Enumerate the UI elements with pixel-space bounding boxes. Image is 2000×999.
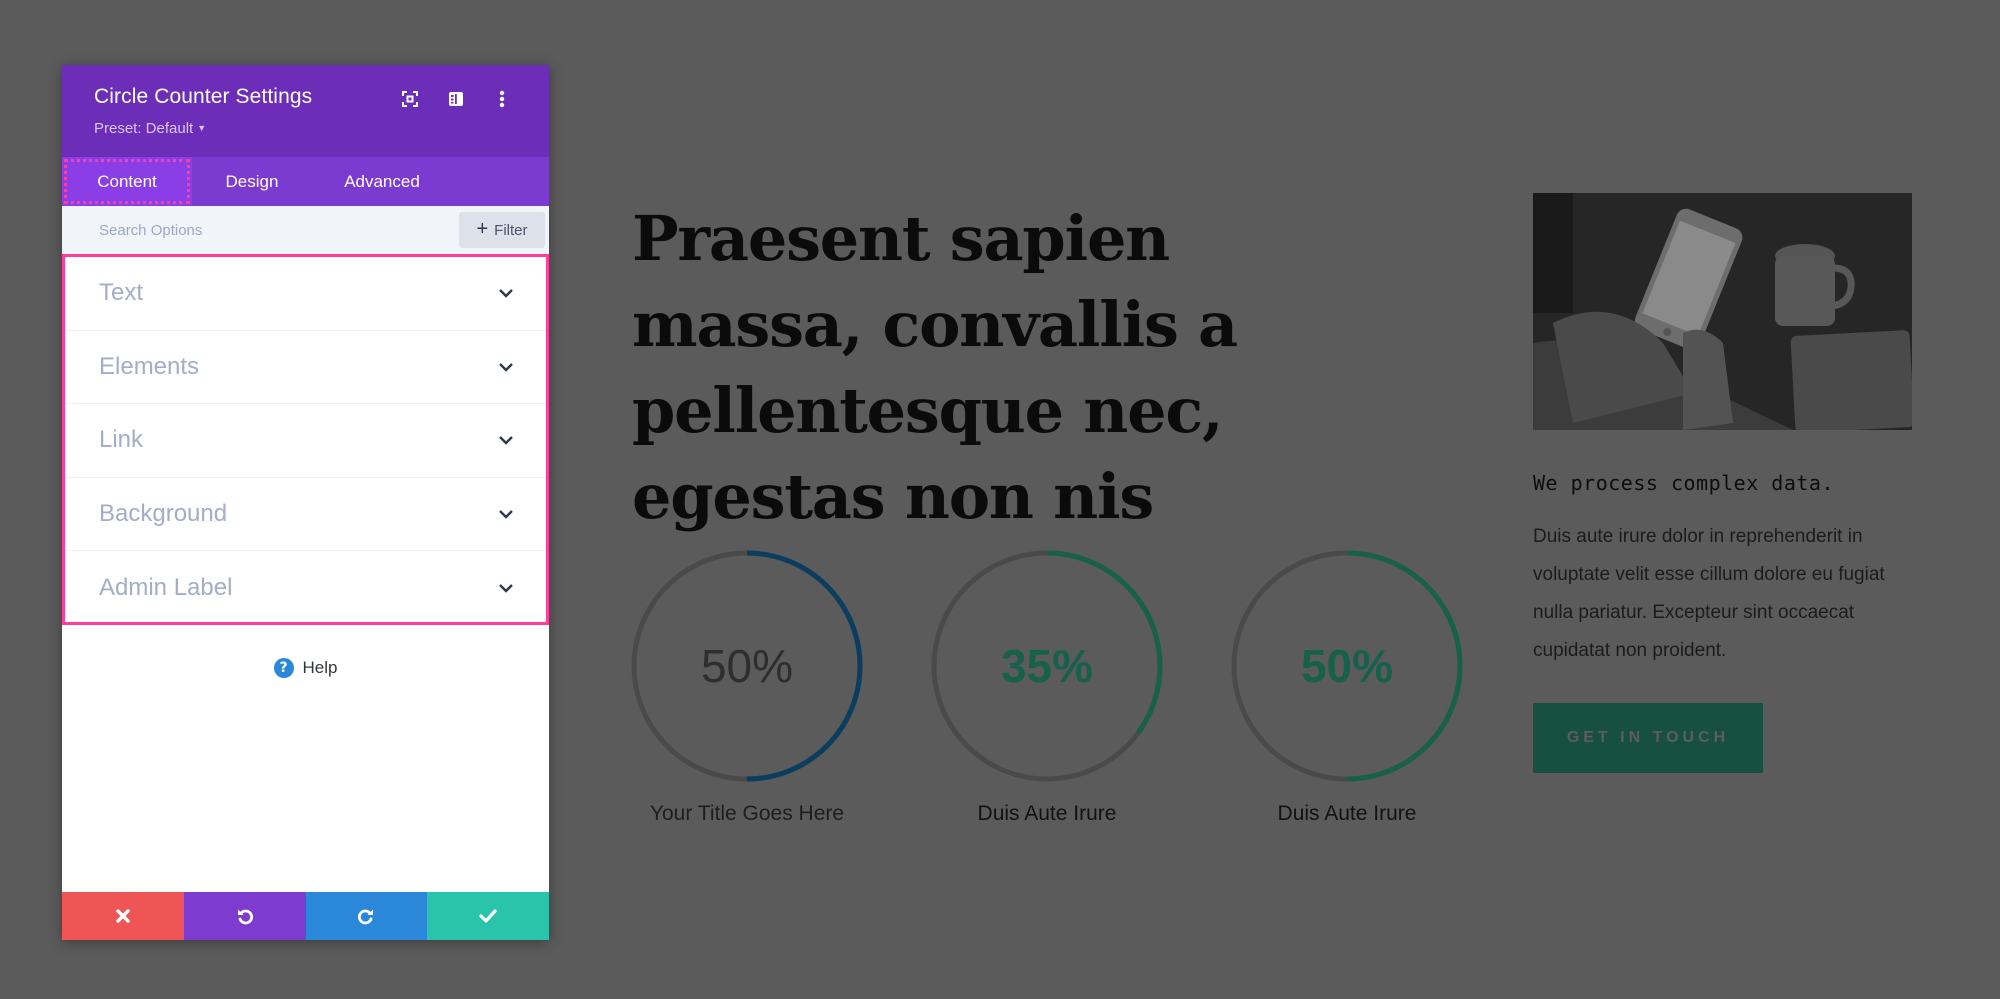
chevron-down-icon	[499, 436, 513, 446]
tab-design[interactable]: Design	[192, 157, 312, 206]
tab-advanced[interactable]: Advanced	[312, 157, 452, 206]
panel-tabs: Content Design Advanced	[62, 157, 549, 206]
side-image	[1533, 193, 1912, 430]
counter-percent: 50%	[1300, 640, 1394, 692]
caret-down-icon: ▼	[197, 123, 207, 133]
toggle-elements[interactable]: Elements	[65, 331, 546, 405]
photo-illustration	[1533, 193, 1912, 430]
toggle-background[interactable]: Background	[65, 478, 546, 552]
preset-dropdown[interactable]: Preset: Default ▼	[94, 120, 206, 137]
settings-panel: Circle Counter Settings Preset: Default ▼…	[62, 65, 549, 940]
fullscreen-icon[interactable]	[387, 87, 433, 111]
toggle-text[interactable]: Text	[65, 257, 546, 331]
panel-title: Circle Counter Settings	[94, 85, 313, 108]
check-icon	[479, 909, 497, 923]
plus-icon: +	[476, 218, 489, 240]
toggle-link[interactable]: Link	[65, 404, 546, 478]
toggle-label: Elements	[99, 352, 200, 380]
filter-label: Filter	[494, 221, 528, 239]
counter-title: Your Title Goes Here	[649, 802, 845, 825]
discard-button[interactable]	[62, 892, 184, 940]
split-view-icon[interactable]	[433, 87, 479, 111]
question-icon: ?	[273, 658, 294, 678]
tab-content[interactable]: Content	[62, 157, 192, 206]
circle-counter: 50% Your Title Goes Here	[631, 550, 863, 825]
close-icon	[116, 909, 130, 923]
redo-button[interactable]	[305, 892, 428, 940]
preset-label: Preset: Default	[94, 120, 194, 137]
chevron-down-icon	[499, 584, 513, 593]
toggle-label: Admin Label	[99, 574, 233, 602]
chevron-down-icon	[499, 289, 513, 298]
redo-icon	[358, 909, 374, 925]
chevron-down-icon	[499, 510, 513, 519]
header-icons	[387, 87, 525, 111]
panel-header[interactable]: Circle Counter Settings Preset: Default ▼	[62, 65, 549, 157]
undo-button[interactable]	[183, 892, 306, 940]
more-options-icon[interactable]	[479, 87, 525, 111]
toggle-label: Link	[99, 426, 144, 454]
chevron-down-icon	[499, 363, 513, 372]
counter-percent: 35%	[1000, 640, 1094, 692]
page-headline: Praesent sapien massa, convallis a pelle…	[632, 202, 1238, 533]
toggle-admin-label[interactable]: Admin Label	[65, 551, 546, 625]
option-groups: Text Elements Link Background Admin Labe…	[62, 254, 549, 625]
get-in-touch-button[interactable]: GET IN TOUCH	[1533, 703, 1763, 773]
toggle-label: Background	[99, 500, 228, 528]
circle-counter: 35% Duis Aute Irure	[931, 550, 1163, 825]
help-label: Help	[302, 658, 338, 677]
filter-button[interactable]: + Filter	[459, 212, 545, 248]
toggle-label: Text	[99, 279, 144, 307]
counter-percent: 50%	[700, 640, 794, 692]
action-bar	[62, 892, 549, 940]
side-heading: We process complex data.	[1533, 471, 1834, 495]
help-link[interactable]: ? Help	[62, 658, 549, 678]
undo-icon	[237, 909, 253, 925]
save-button[interactable]	[427, 892, 549, 940]
side-body-text: Duis aute irure dolor in reprehenderit i…	[1533, 526, 1885, 661]
search-options-input[interactable]	[62, 206, 452, 254]
counter-title: Duis Aute Irure	[1277, 802, 1417, 825]
search-row: + Filter	[62, 206, 549, 254]
counter-title: Duis Aute Irure	[977, 802, 1117, 825]
circle-counter: 50% Duis Aute Irure	[1231, 550, 1463, 825]
